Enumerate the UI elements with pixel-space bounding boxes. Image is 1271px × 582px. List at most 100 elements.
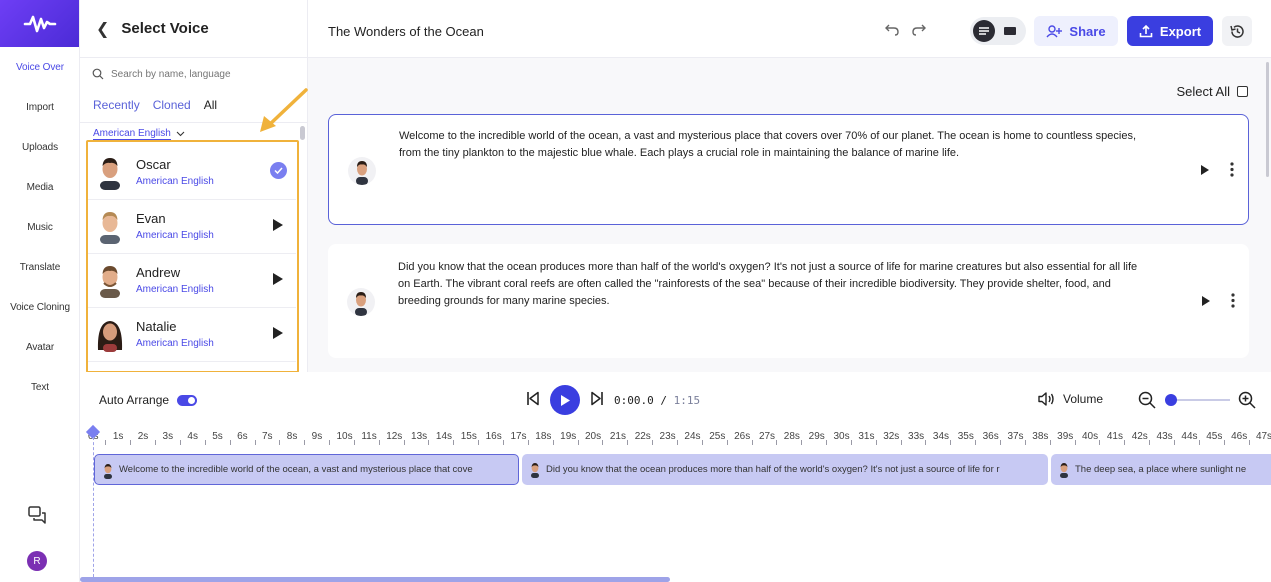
ruler-tick-mark (602, 440, 604, 445)
rail-media[interactable]: Media (0, 182, 80, 193)
rail-voice-over[interactable]: Voice Over (0, 62, 80, 73)
auto-arrange-toggle[interactable] (177, 394, 198, 406)
view-mode-toggle[interactable] (970, 17, 1026, 45)
ruler-tick-mark (1024, 440, 1026, 445)
script-editor: Select All Welcome to the incredible wor… (308, 58, 1271, 372)
rail-avatar[interactable]: Avatar (0, 342, 80, 353)
search-input[interactable] (111, 68, 291, 80)
undo-icon[interactable] (884, 22, 900, 36)
select-all-control[interactable]: Select All (1177, 84, 1248, 99)
ruler-tick-mark (875, 440, 877, 445)
editor-scrollbar[interactable] (1266, 62, 1269, 177)
timeline-clip[interactable]: The deep sea, a place where sunlight ne (1051, 454, 1271, 485)
play-icon (561, 394, 570, 406)
play-preview-icon[interactable] (272, 326, 284, 340)
redo-icon[interactable] (911, 22, 927, 36)
paragraph-voice-avatar[interactable] (348, 157, 376, 185)
volume-control[interactable]: Volume (1037, 391, 1103, 407)
oscar-avatar (100, 158, 120, 190)
ruler-tick-label: 16s (485, 431, 502, 442)
ruler-tick-mark (1000, 440, 1002, 445)
ruler-tick-mark (1248, 440, 1250, 445)
ruler-tick-mark (850, 440, 852, 445)
zoom-out-icon[interactable] (1138, 391, 1156, 409)
voice-item-natalie[interactable]: Natalie American English (88, 308, 296, 362)
play-button[interactable] (550, 385, 580, 415)
ruler-tick-label: 38s (1032, 431, 1049, 442)
ruler-tick-label: 26s (734, 431, 751, 442)
ruler-tick-label: 23s (659, 431, 676, 442)
rail-translate[interactable]: Translate (0, 262, 80, 273)
ruler-tick-label: 39s (1057, 431, 1074, 442)
skip-forward-icon[interactable] (590, 391, 604, 406)
ruler-tick-label: 10s (336, 431, 353, 442)
ruler-tick-label: 2s (137, 431, 149, 442)
user-avatar[interactable]: R (27, 551, 47, 571)
history-button[interactable] (1222, 16, 1252, 46)
share-button[interactable]: Share (1034, 16, 1118, 46)
rail-music[interactable]: Music (0, 222, 80, 233)
back-chevron-icon[interactable]: ❮ (96, 19, 109, 39)
ruler-tick-label: 4s (187, 431, 198, 442)
ruler-tick-label: 13s (411, 431, 428, 442)
voice-item-evan[interactable]: Evan American English (88, 200, 296, 254)
timeline-scrollbar[interactable] (80, 577, 670, 582)
ruler-tick-mark (130, 440, 132, 445)
chat-icon[interactable] (27, 505, 47, 525)
voice-item-oscar[interactable]: Oscar American English (88, 146, 296, 200)
ruler-tick-mark (1099, 440, 1101, 445)
select-all-checkbox[interactable] (1237, 86, 1248, 97)
paragraph-block[interactable]: Did you know that the ocean produces mor… (328, 244, 1249, 358)
paragraph-block[interactable]: Welcome to the incredible world of the o… (328, 114, 1249, 225)
rail-import[interactable]: Import (0, 102, 80, 113)
play-preview-icon[interactable] (272, 218, 284, 232)
ruler-tick-label: 36s (982, 431, 999, 442)
play-preview-icon[interactable] (272, 272, 284, 286)
paragraph-text[interactable]: Did you know that the ocean produces mor… (398, 259, 1173, 310)
tab-cloned[interactable]: Cloned (153, 98, 191, 112)
voice-search[interactable] (92, 63, 297, 85)
zoom-in-icon[interactable] (1238, 391, 1256, 409)
ruler-tick-label: 29s (808, 431, 825, 442)
voice-language: American English (136, 176, 214, 187)
play-paragraph-icon[interactable] (1200, 164, 1210, 176)
ruler-tick-mark (403, 440, 405, 445)
voice-tabs: Recently Cloned All (93, 98, 217, 112)
time-separator: / (660, 394, 667, 407)
export-button[interactable]: Export (1127, 16, 1213, 46)
paragraph-text[interactable]: Welcome to the incredible world of the o… (399, 128, 1174, 162)
play-paragraph-icon[interactable] (1201, 295, 1211, 307)
voice-item-andrew[interactable]: Andrew American English (88, 254, 296, 308)
film-view-icon (1004, 27, 1016, 35)
more-options-icon[interactable] (1230, 162, 1234, 177)
app-logo[interactable] (0, 0, 79, 47)
timeline-clip[interactable]: Welcome to the incredible world of the o… (94, 454, 519, 485)
ruler-tick-mark (552, 440, 554, 445)
ruler-tick-label: 19s (560, 431, 577, 442)
rail-text[interactable]: Text (0, 382, 80, 393)
zoom-slider-handle[interactable] (1165, 394, 1177, 406)
rail-voice-cloning[interactable]: Voice Cloning (0, 302, 80, 313)
timeline-clip[interactable]: Did you know that the ocean produces mor… (522, 454, 1048, 485)
tab-all[interactable]: All (204, 98, 217, 112)
selected-check-icon (270, 162, 287, 179)
rail-uploads[interactable]: Uploads (0, 142, 80, 153)
zoom-slider-track[interactable] (1170, 399, 1230, 401)
document-title[interactable]: The Wonders of the Ocean (328, 24, 484, 39)
ruler-tick-mark (378, 440, 380, 445)
export-label: Export (1159, 23, 1202, 39)
ruler-tick-mark (627, 440, 629, 445)
auto-arrange-control[interactable]: Auto Arrange (99, 393, 198, 407)
voice-name: Natalie (136, 319, 177, 334)
skip-back-icon[interactable] (526, 391, 540, 406)
history-icon (1229, 24, 1244, 38)
evan-avatar (100, 212, 120, 244)
timeline-ruler[interactable]: 0s1s2s3s4s5s6s7s8s9s10s11s12s13s14s15s16… (80, 428, 1271, 448)
ruler-tick-mark (428, 440, 430, 445)
voice-list: Oscar American English Evan American Eng… (88, 146, 296, 362)
ruler-tick-mark (826, 440, 828, 445)
paragraph-voice-avatar[interactable] (347, 288, 375, 316)
language-filter-dropdown[interactable]: American English (93, 128, 185, 140)
tab-recently[interactable]: Recently (93, 98, 140, 112)
more-options-icon[interactable] (1231, 293, 1235, 308)
